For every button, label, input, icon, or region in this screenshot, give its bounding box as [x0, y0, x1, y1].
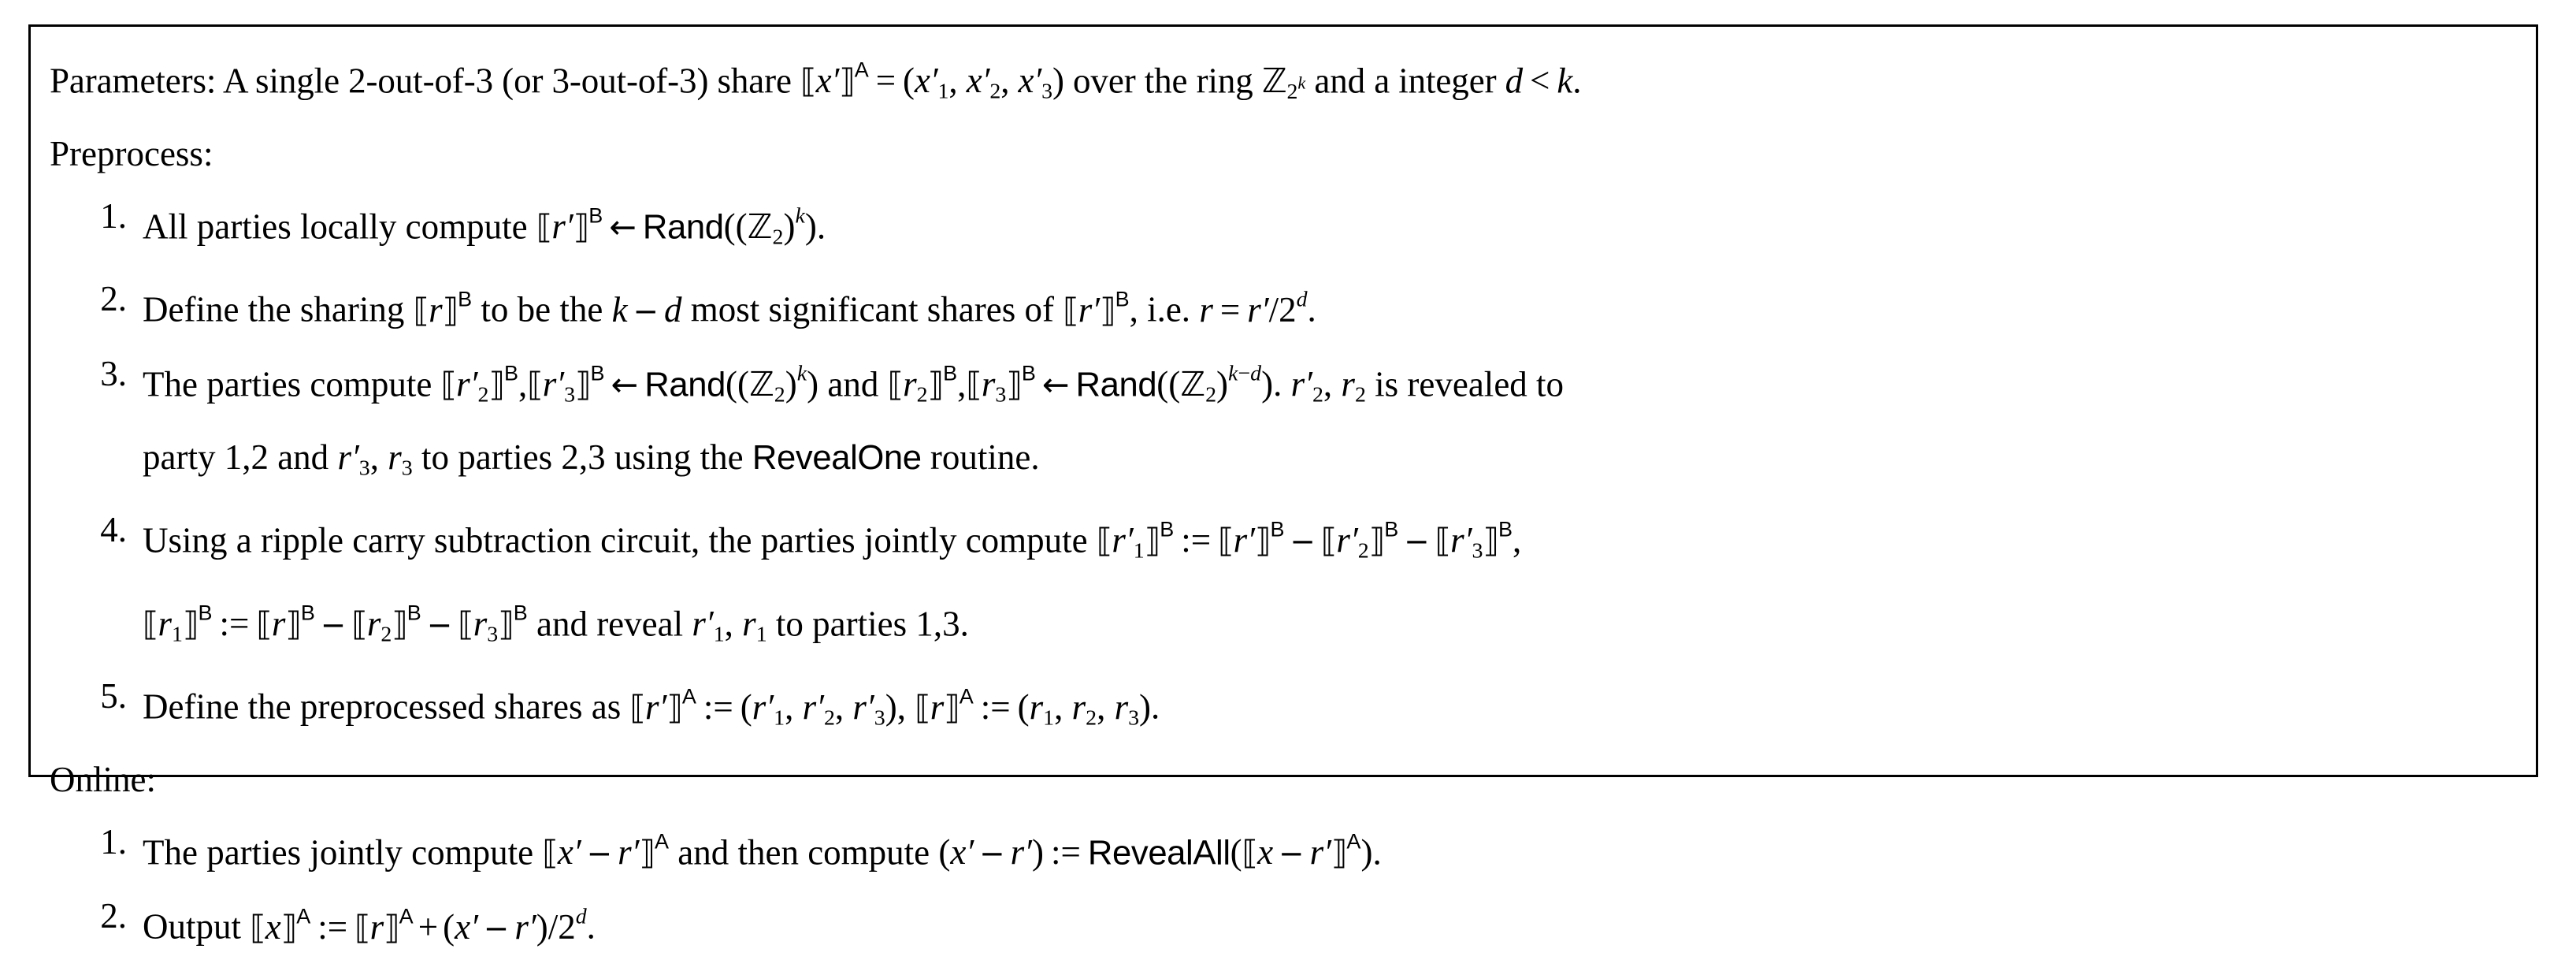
step-text-party: party 1,2 and	[143, 437, 329, 477]
step-number: 2.	[100, 279, 127, 319]
step-number: 2.	[100, 896, 127, 936]
step-text-2: to be the	[481, 289, 603, 329]
revealall-arg: (⟦x − r′⟧A)	[1230, 830, 1373, 873]
step-number: 5.	[100, 676, 127, 716]
expr-x-minus-r-prime: (x′ − r′)	[938, 832, 1045, 873]
step-3-continuation: party 1,2 and r′3, r3 to parties 2,3 usi…	[143, 426, 2518, 499]
rand-routine: Rand	[642, 207, 724, 247]
step-text-4: , i.e.	[1129, 289, 1191, 329]
parameters-text-after-ring: and a integer	[1314, 61, 1497, 101]
condition-d-lt-k: d < k.	[1505, 61, 1582, 101]
preprocess-step-list: 1. All parties locally compute ⟦r′⟧B ← Ran…	[50, 185, 2518, 749]
share-r-B: ⟦r⟧B	[413, 287, 473, 329]
share-r-prime-B: ⟦r′⟧B	[536, 203, 603, 247]
period: .	[1307, 289, 1316, 329]
share-r2-B: ⟦r2⟧B	[887, 362, 958, 407]
period: .	[1151, 687, 1160, 727]
online-step-2: 2. Output ⟦x⟧A:= ⟦r⟧A + (x′ − r′)/2d.	[50, 885, 2518, 960]
revealed-values-1: r′2, r2	[1290, 364, 1366, 407]
step-text: The parties jointly compute	[143, 832, 534, 873]
rand-arg-2: ((ℤ2)k−d).	[1156, 361, 1282, 407]
share-r3-B: ⟦r3⟧B	[966, 362, 1036, 407]
algorithm-box: Parameters: A single 2-out-of-3 (or 3-ou…	[28, 24, 2538, 947]
preprocess-step-5: 5. Define the preprocessed shares as ⟦r′…	[50, 665, 2518, 749]
revealone-routine: RevealOne	[752, 437, 922, 477]
step-number: 1.	[100, 822, 127, 862]
step-text: All parties locally compute	[143, 207, 528, 247]
expr-output: ⟦x⟧A:= ⟦r⟧A + (x′ − r′)/2d	[250, 904, 587, 947]
parameters-text-mid: over the ring	[1073, 61, 1253, 101]
share-r3-prime-B: ⟦r′3⟧B	[527, 362, 605, 407]
rand-routine-2: Rand	[1075, 365, 1157, 404]
step-text: Define the preprocessed shares as	[143, 687, 622, 727]
left-arrow-icon: ←	[1041, 366, 1070, 404]
period: .	[586, 907, 596, 947]
equals-sign: =	[875, 61, 896, 101]
step-number: 3.	[100, 353, 127, 393]
revealed-values-2: r′3, r3	[337, 437, 413, 480]
expr-r1-prime-assign: ⟦r′1⟧B:= ⟦r′⟧B − ⟦r′2⟧B − ⟦r′3⟧B,	[1096, 517, 1522, 564]
step-text: Output	[143, 907, 242, 947]
expr-r-eq-rprime-2d: r = r′/2d	[1199, 287, 1308, 329]
left-arrow-icon: ←	[611, 366, 639, 404]
step-text-parties-13: to parties 1,3.	[775, 604, 969, 644]
ring-Z-2k: ℤ2k	[1261, 61, 1306, 104]
expr-preprocessed-shares: ⟦r′⟧A:= (r′1, r′2, r′3), ⟦r⟧A:= (r1, r2, r…	[629, 684, 1152, 731]
expr-k-minus-d: k − d	[611, 289, 682, 329]
revealed-values-3: r′1, r1	[692, 604, 767, 647]
rand-arg: ((ℤ2)k)	[725, 361, 819, 407]
share-r2-prime-B: ⟦r′2⟧B	[440, 362, 518, 407]
revealall-routine: RevealAll	[1087, 833, 1230, 873]
parameters-text-before-share: A single 2-out-of-3 (or 3-out-of-3) shar…	[222, 61, 792, 101]
preprocess-step-4: 4. Using a ripple carry subtraction circ…	[50, 499, 2518, 665]
step-text-and: and	[827, 364, 879, 404]
period: .	[1372, 832, 1382, 873]
preprocess-step-3: 3. The parties compute ⟦r′2⟧B,⟦r′3⟧B ← Ran…	[50, 343, 2518, 499]
preprocess-step-2: 2. Define the sharing ⟦r⟧B to be the k − d…	[50, 268, 2518, 343]
parameters-label: Parameters:	[50, 61, 217, 101]
share-r-prime-B-2: ⟦r′⟧B	[1063, 287, 1130, 329]
period: .	[816, 207, 826, 247]
step-text-revealed: is revealed to	[1375, 364, 1565, 404]
online-heading: Online:	[50, 760, 156, 800]
step-text-parties: to parties 2,3 using the	[421, 437, 744, 477]
step-text-then: and then compute	[677, 832, 930, 873]
rand-routine: Rand	[644, 365, 726, 404]
step-text: The parties compute	[143, 364, 432, 404]
expr-r1-assign: ⟦r1⟧B:= ⟦r⟧B − ⟦r2⟧B − ⟦r3⟧B	[143, 601, 528, 647]
step-number: 1.	[100, 195, 127, 236]
online-step-list: 1. The parties jointly compute ⟦x′ − r′⟧A …	[50, 811, 2518, 960]
parameters-line: Parameters: A single 2-out-of-3 (or 3-ou…	[50, 39, 2518, 123]
step-number: 4.	[100, 509, 127, 549]
step-text: Define the sharing	[143, 289, 405, 329]
share-x-prime-A: ⟦x′⟧A	[800, 58, 869, 101]
rand-arg: ((ℤ2)k)	[723, 203, 817, 250]
step-text-routine: routine.	[930, 437, 1040, 477]
assign-operator: :=	[1051, 832, 1081, 873]
step-text-reveal: and reveal	[536, 604, 684, 644]
step-4-continuation: ⟦r1⟧B:= ⟦r⟧B − ⟦r2⟧B − ⟦r3⟧B and reveal r′1, …	[143, 582, 2518, 666]
left-arrow-icon: ←	[609, 208, 637, 247]
preprocess-step-1: 1. All parties locally compute ⟦r′⟧B ← Ran…	[50, 185, 2518, 269]
share-x-minus-r-prime-A: ⟦x′ − r′⟧A	[542, 830, 669, 873]
share-tuple: (x′1, x′2, x′3)	[903, 61, 1064, 104]
online-step-1: 1. The parties jointly compute ⟦x′ − r′⟧A …	[50, 811, 2518, 885]
step-text: Using a ripple carry subtraction circuit…	[143, 520, 1088, 560]
preprocess-heading: Preprocess:	[50, 133, 213, 173]
step-text-3: most significant shares of	[690, 289, 1054, 329]
